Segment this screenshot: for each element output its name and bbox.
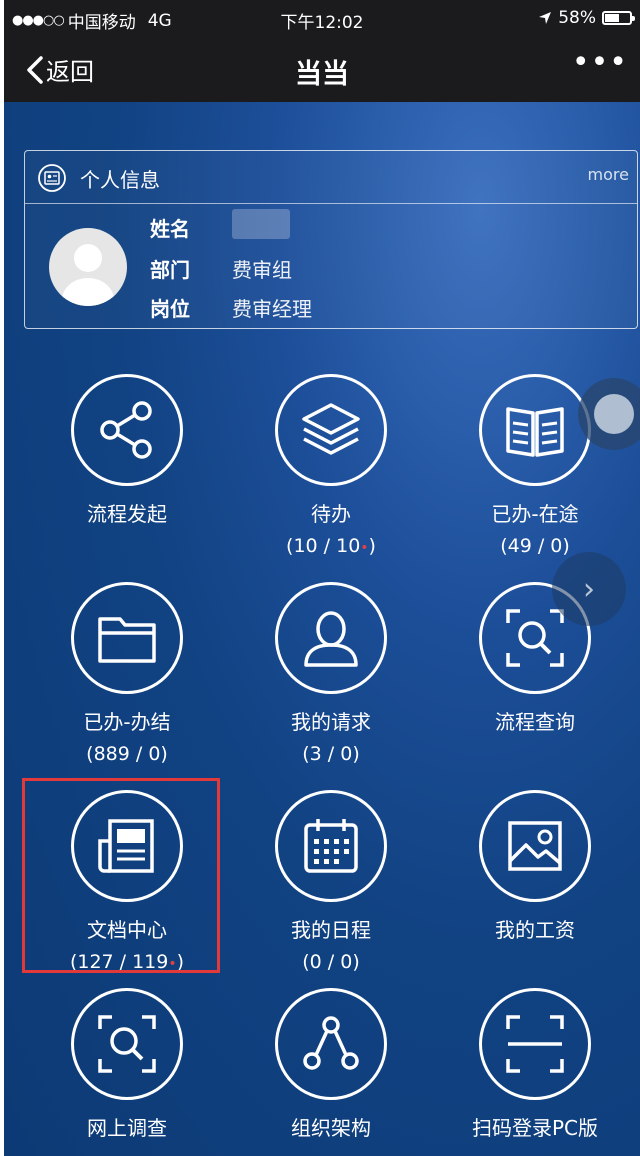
grid-item-my-schedule[interactable]: 我的日程 (0 / 0)	[228, 790, 434, 973]
grid-label: 已办-办结	[83, 710, 171, 734]
location-arrow-icon	[539, 12, 552, 24]
grid-icon-circle	[479, 988, 591, 1100]
blurred-name	[232, 209, 290, 239]
battery-icon	[602, 11, 635, 25]
grid-label: 扫码登录PC版	[471, 1116, 599, 1140]
grid-item-online-survey[interactable]: 网上调查	[24, 988, 230, 1141]
qr-scan-icon	[506, 1015, 564, 1073]
grid-label: 网上调查	[87, 1116, 167, 1140]
scan-search-icon	[506, 609, 564, 667]
grid-label: 我的请求	[291, 710, 371, 734]
grid-label: 流程发起	[87, 502, 167, 526]
assistive-touch-inner	[594, 394, 634, 434]
more-menu-button[interactable]: •••	[572, 48, 628, 78]
count-value: (10 / 10	[286, 535, 361, 557]
info-value-name	[232, 209, 290, 244]
personal-info-more-link[interactable]: more	[588, 165, 629, 184]
grid-count: (3 / 0)	[302, 743, 360, 765]
folder-icon	[98, 617, 156, 663]
grid-item-todo[interactable]: 待办 (10 / 10•)	[228, 374, 434, 557]
status-bar: ●●●○○ 中国移动 4G 下午12:02 58%	[4, 0, 640, 38]
side-arrow-button[interactable]: ›	[552, 552, 626, 626]
status-right: 58%	[538, 8, 635, 28]
user-icon	[304, 611, 358, 667]
id-card-icon	[38, 164, 66, 192]
user-silhouette-icon	[62, 244, 114, 306]
info-key: 岗位	[150, 297, 190, 321]
grid-count: (0 / 0)	[302, 951, 360, 973]
grid-icon-circle	[479, 374, 591, 486]
personal-info-card: 个人信息 more 姓名 部门 费审组 岗位 费审经理	[24, 150, 638, 329]
grid-icon-circle	[71, 374, 183, 486]
count-close: )	[368, 535, 376, 557]
grid-count: (10 / 10•)	[228, 535, 434, 557]
grid-icon-circle	[71, 988, 183, 1100]
chevron-right-icon: ›	[583, 571, 595, 607]
grid-icon-circle	[275, 790, 387, 902]
info-row-position: 岗位 费审经理	[150, 293, 312, 322]
grid-item-my-requests[interactable]: 我的请求 (3 / 0)	[228, 582, 434, 765]
personal-info-title: 个人信息	[80, 168, 160, 192]
grid-item-process-start[interactable]: 流程发起	[24, 374, 230, 527]
page-title: 当当	[295, 59, 349, 90]
highlight-box	[22, 778, 220, 973]
grid-count: (889 / 0)	[86, 743, 168, 765]
grid-icon-circle	[275, 374, 387, 486]
grid-item-scan-login[interactable]: 扫码登录PC版	[432, 988, 638, 1141]
grid-label: 待办	[311, 502, 351, 526]
battery-percent: 58%	[558, 8, 596, 28]
info-value: 费审组	[232, 258, 292, 282]
share-icon	[100, 401, 152, 459]
info-key: 部门	[150, 258, 190, 282]
avatar	[49, 228, 127, 306]
phone-screen: ●●●○○ 中国移动 4G 下午12:02 58% 返回 当当 ••• 个人信息…	[4, 0, 640, 1156]
grid-icon-circle	[479, 790, 591, 902]
assistive-touch-button[interactable]	[578, 378, 640, 450]
grid-item-my-salary[interactable]: 我的工资	[432, 790, 638, 943]
grid-icon-circle	[275, 988, 387, 1100]
grid-icon-circle	[275, 582, 387, 694]
info-key: 姓名	[150, 217, 190, 241]
picture-icon	[508, 821, 562, 871]
info-row-name: 姓名	[150, 209, 290, 244]
grid-label: 已办-在途	[491, 502, 579, 526]
grid-label: 组织架构	[291, 1116, 371, 1140]
org-chart-icon	[303, 1016, 359, 1070]
personal-info-header: 个人信息 more	[25, 151, 637, 204]
info-row-dept: 部门 费审组	[150, 254, 292, 283]
main-content: 个人信息 more 姓名 部门 费审组 岗位 费审经理 流程发起 待办 (10 …	[4, 102, 640, 1156]
grid-item-done-closed[interactable]: 已办-办结 (889 / 0)	[24, 582, 230, 765]
unread-dot: •	[360, 540, 369, 556]
grid-icon-circle	[71, 582, 183, 694]
battery-fill	[605, 14, 619, 22]
scan-search-icon	[98, 1015, 156, 1073]
grid-label: 流程查询	[495, 710, 575, 734]
layers-icon	[302, 403, 360, 455]
calendar-icon	[304, 819, 358, 873]
info-value: 费审经理	[232, 297, 312, 321]
grid-count: (49 / 0)	[500, 535, 570, 557]
nav-bar: 返回 当当 •••	[4, 38, 640, 102]
grid-label: 我的工资	[495, 918, 575, 942]
grid-label: 我的日程	[291, 918, 371, 942]
grid-item-org-structure[interactable]: 组织架构	[228, 988, 434, 1141]
book-icon	[506, 407, 564, 457]
